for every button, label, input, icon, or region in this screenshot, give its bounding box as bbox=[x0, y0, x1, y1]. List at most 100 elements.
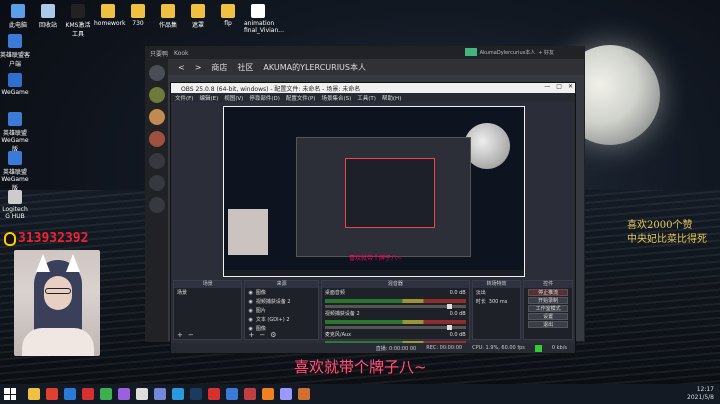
server-icon[interactable] bbox=[149, 109, 165, 125]
server-icon[interactable] bbox=[149, 131, 165, 147]
netease-icon[interactable] bbox=[208, 388, 220, 400]
menu-item[interactable]: 文件(F) bbox=[175, 94, 193, 102]
back-button[interactable]: < bbox=[178, 63, 185, 72]
preview-taskbar bbox=[224, 270, 524, 276]
desktop-icon-label: WeGame bbox=[1, 89, 29, 96]
duration-input[interactable]: 300 ms bbox=[489, 299, 508, 305]
discord-user-area[interactable]: AkumaDylercurius本人 + 好友 bbox=[464, 48, 554, 56]
app-icon bbox=[8, 151, 22, 165]
menu-item[interactable]: 编辑(E) bbox=[199, 94, 218, 102]
preview-selection[interactable] bbox=[345, 158, 435, 228]
photoshop-icon[interactable] bbox=[64, 388, 76, 400]
eye-icon[interactable]: ◉ bbox=[248, 299, 252, 305]
user-status[interactable]: + 好友 bbox=[538, 49, 554, 56]
desktop-icon[interactable]: homework bbox=[94, 4, 126, 27]
volume-slider[interactable] bbox=[324, 304, 466, 309]
desktop-icon[interactable]: 此电脑 bbox=[4, 4, 32, 29]
add-icon[interactable]: + bbox=[177, 331, 183, 339]
status-icon bbox=[464, 48, 477, 56]
desktop-icon[interactable]: animation final_Vivian... bbox=[244, 4, 284, 34]
breadcrumb-store[interactable]: 商店 bbox=[211, 62, 227, 73]
control-button[interactable]: 设置 bbox=[528, 313, 568, 320]
breadcrumb-community[interactable]: 社区 bbox=[237, 62, 253, 73]
desktop-icon[interactable]: 回收站 bbox=[34, 4, 62, 29]
volume-meter bbox=[324, 320, 466, 324]
obs-preview[interactable]: 喜欢就带个牌子八~ bbox=[223, 106, 525, 277]
source-item[interactable]: ◉ 视频捕获设备 2 bbox=[245, 297, 317, 306]
zy-icon[interactable] bbox=[244, 388, 256, 400]
desktop-icon[interactable]: 英雄联盟WeGame版 bbox=[0, 112, 30, 153]
transition-duration-row: 时长 300 ms bbox=[473, 297, 521, 306]
obs-icon[interactable] bbox=[136, 388, 148, 400]
menu-item[interactable]: 停靠部件(D) bbox=[249, 94, 280, 102]
discord-tab[interactable]: Kook bbox=[174, 50, 188, 57]
source-item[interactable]: ◉ 图片 bbox=[245, 306, 317, 315]
premiere-icon[interactable] bbox=[118, 388, 130, 400]
desktop-icon[interactable]: 遮罩 bbox=[184, 4, 212, 29]
discord-icon[interactable] bbox=[154, 388, 166, 400]
wegame-icon[interactable] bbox=[226, 388, 238, 400]
desktop-icon[interactable]: Logitech G HUB bbox=[0, 190, 30, 220]
close-icon[interactable]: ✕ bbox=[568, 83, 573, 90]
desktop-icon[interactable]: 730 bbox=[124, 4, 152, 27]
maximize-icon[interactable]: □ bbox=[556, 83, 562, 90]
preview-nested-capture bbox=[296, 137, 471, 257]
server-icon[interactable] bbox=[149, 87, 165, 103]
controls-dock: 控件 停止推流 开始录制 工作室模式 设置 退出 bbox=[523, 280, 573, 340]
source-item[interactable]: ◉ 图像 bbox=[245, 288, 317, 297]
download-icon[interactable] bbox=[149, 197, 165, 213]
add-icon[interactable]: + bbox=[248, 331, 254, 339]
desktop-icon-label: flp bbox=[224, 20, 232, 27]
control-button[interactable]: 停止推流 bbox=[528, 289, 568, 296]
an-icon[interactable] bbox=[298, 388, 310, 400]
remove-icon[interactable]: − bbox=[259, 331, 265, 339]
desktop-icon[interactable]: 英雄联盟客户端 bbox=[0, 34, 30, 68]
windows-start-icon[interactable] bbox=[4, 388, 16, 400]
user-tag[interactable]: AkumaDylercurius本人 bbox=[480, 49, 536, 56]
transition-type[interactable]: 淡出 bbox=[473, 288, 521, 297]
menu-item[interactable]: 配置文件(P) bbox=[286, 94, 316, 102]
slider-knob[interactable] bbox=[446, 304, 452, 309]
caption-overlay: 喜欢就带个牌子八~ bbox=[294, 358, 427, 376]
scene-item[interactable]: 场景 bbox=[174, 288, 241, 297]
source-item[interactable]: ◉ 文本 (GDI+) 2 bbox=[245, 315, 317, 324]
breadcrumb-user[interactable]: AKUMA的YLERCURIUS本人 bbox=[263, 62, 366, 73]
app-icon bbox=[8, 34, 22, 48]
system-clock[interactable]: 12:17 2021/5/8 bbox=[687, 386, 714, 402]
remove-icon[interactable]: − bbox=[188, 331, 194, 339]
control-button[interactable]: 开始录制 bbox=[528, 297, 568, 304]
app-icon bbox=[8, 112, 22, 126]
vlc-icon[interactable] bbox=[262, 388, 274, 400]
menu-item[interactable]: 工具(T) bbox=[357, 94, 376, 102]
qq-icon[interactable] bbox=[172, 388, 184, 400]
slider-knob[interactable] bbox=[446, 325, 452, 330]
menu-item[interactable]: 视图(V) bbox=[224, 94, 243, 102]
eye-icon[interactable]: ◉ bbox=[248, 317, 252, 323]
eye-icon[interactable]: ◉ bbox=[248, 290, 252, 296]
control-button[interactable]: 退出 bbox=[528, 321, 568, 328]
music-icon[interactable] bbox=[82, 388, 94, 400]
home-icon[interactable] bbox=[149, 65, 165, 81]
ae-icon[interactable] bbox=[280, 388, 292, 400]
steam-icon[interactable] bbox=[190, 388, 202, 400]
desktop-icon[interactable]: flp bbox=[214, 4, 242, 27]
desktop-icon[interactable]: WeGame bbox=[0, 73, 30, 96]
menu-item[interactable]: 场景集合(S) bbox=[321, 94, 351, 102]
desktop-icon[interactable]: KMS激活工具 bbox=[64, 4, 92, 38]
desktop-icon[interactable]: 作品集 bbox=[154, 4, 182, 29]
control-button[interactable]: 工作室模式 bbox=[528, 305, 568, 312]
volume-slider[interactable] bbox=[324, 325, 466, 330]
explore-icon[interactable] bbox=[149, 175, 165, 191]
chrome-icon[interactable] bbox=[46, 388, 58, 400]
forward-button[interactable]: > bbox=[195, 63, 202, 72]
eye-icon[interactable]: ◉ bbox=[248, 308, 252, 314]
wechat-icon[interactable] bbox=[100, 388, 112, 400]
clock-date: 2021/5/8 bbox=[687, 394, 714, 401]
add-server-icon[interactable] bbox=[149, 153, 165, 169]
desktop-icon[interactable]: 英雄联盟WeGame版 bbox=[0, 151, 30, 192]
minimize-icon[interactable]: — bbox=[544, 83, 550, 90]
explorer-icon[interactable] bbox=[28, 388, 40, 400]
obs-window[interactable]: OBS 25.0.8 (64-bit, windows) - 配置文件: 未命名… bbox=[170, 82, 576, 354]
menu-item[interactable]: 帮助(H) bbox=[382, 94, 401, 102]
gear-icon[interactable]: ⚙ bbox=[270, 331, 276, 339]
